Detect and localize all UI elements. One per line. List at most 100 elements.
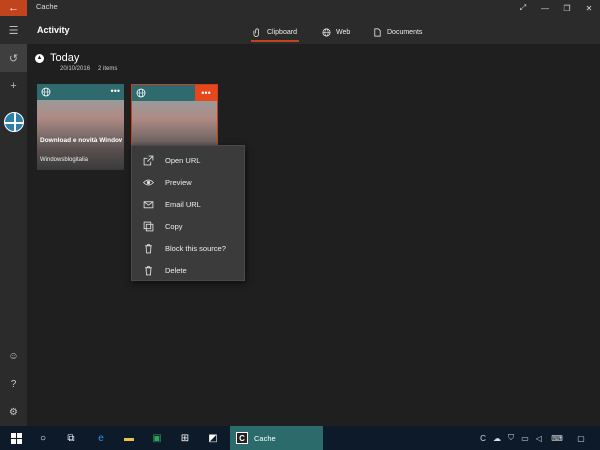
feedback-button[interactable]: ☺ xyxy=(0,344,27,368)
close-button[interactable]: ✕ xyxy=(578,0,600,16)
menu-item-open-url[interactable]: Open URL xyxy=(132,150,244,170)
chevron-up-icon: ▲ xyxy=(36,55,43,61)
app-header: Activity Clipboard Web Documents xyxy=(27,16,600,44)
history-icon: ↺ xyxy=(8,52,19,65)
cache-tray-icon: C xyxy=(480,433,486,443)
page-title: Activity xyxy=(37,25,70,35)
tray-cache-icon[interactable]: C xyxy=(476,426,490,450)
help-icon: ? xyxy=(10,378,17,390)
menu-item-delete[interactable]: Delete xyxy=(132,260,244,280)
cache-taskbar-button[interactable]: C Cache xyxy=(230,426,323,450)
edge-icon: e xyxy=(98,432,104,444)
card-toolbar: ••• xyxy=(37,84,124,100)
close-icon: ✕ xyxy=(585,3,593,13)
task-view-icon: ⧉ xyxy=(67,432,75,444)
hamburger-icon: ☰ xyxy=(8,24,19,37)
file-explorer-taskbar-button[interactable]: ▬ xyxy=(118,426,140,450)
taskbar-app-label: Cache xyxy=(254,433,276,443)
gear-icon: ⚙ xyxy=(9,406,18,418)
menu-item-copy[interactable]: Copy xyxy=(132,216,244,236)
cache-app-icon: C xyxy=(236,432,248,444)
notification-icon: ▢ xyxy=(577,433,585,443)
collapse-group-button[interactable]: ▲ xyxy=(35,53,44,63)
activity-content: ▲ Today 20/10/2016 2 items ••• Download … xyxy=(27,44,600,426)
smiley-icon: ☺ xyxy=(8,350,19,362)
more-options-button[interactable]: ••• xyxy=(111,86,120,96)
restore-icon: ❐ xyxy=(563,3,571,13)
folder-icon: ▬ xyxy=(124,432,134,444)
tab-documents[interactable]: Documents xyxy=(373,22,422,42)
network-icon: ▭ xyxy=(521,433,529,443)
more-options-button[interactable]: ••• xyxy=(195,85,217,101)
start-button[interactable] xyxy=(0,426,32,450)
shield-icon: ⛉ xyxy=(508,433,514,442)
globe-icon xyxy=(136,88,146,98)
mail-icon xyxy=(143,200,153,208)
back-button[interactable]: ← xyxy=(0,0,27,16)
globe-icon xyxy=(41,87,51,97)
minimize-button[interactable]: — xyxy=(534,0,556,16)
ellipsis-icon: ••• xyxy=(201,88,211,98)
tray-defender-icon[interactable]: ⛉ xyxy=(504,426,518,450)
group-title: Today xyxy=(50,52,80,64)
trash-icon xyxy=(144,265,152,275)
globe-icon xyxy=(322,28,331,36)
restore-button[interactable]: ❐ xyxy=(556,0,578,16)
hamburger-menu-button[interactable]: ☰ xyxy=(0,16,27,44)
menu-item-email-url[interactable]: Email URL xyxy=(132,194,244,214)
app-tile-icon: ▣ xyxy=(152,432,162,444)
plus-icon: + xyxy=(10,80,17,92)
menu-item-block-source[interactable]: Block this source? xyxy=(132,238,244,258)
tab-label: Web xyxy=(336,28,351,36)
app-icon: ◩ xyxy=(208,432,218,444)
cloud-icon: ☁ xyxy=(493,433,501,443)
card-toolbar: ••• xyxy=(132,85,217,101)
tray-volume-icon[interactable]: ◁ xyxy=(532,426,546,450)
cortana-button[interactable]: ○ xyxy=(32,426,54,450)
tab-clipboard[interactable]: Clipboard xyxy=(251,22,299,42)
account-button[interactable] xyxy=(0,108,27,136)
copy-icon xyxy=(143,221,153,231)
document-icon xyxy=(374,28,381,36)
trash-icon xyxy=(144,243,152,253)
tray-network-icon[interactable]: ▭ xyxy=(518,426,532,450)
history-button[interactable]: ↺ xyxy=(0,44,27,72)
open-external-icon xyxy=(143,155,153,165)
tab-web[interactable]: Web xyxy=(322,22,350,42)
group-count: 2 items xyxy=(98,66,118,72)
action-center-button[interactable]: ▢ xyxy=(572,426,590,450)
left-rail: ☰ ↺ + ☺ ? ⚙ xyxy=(0,16,27,426)
app-taskbar-button[interactable]: ▣ xyxy=(146,426,168,450)
taskbar: ○ ⧉ e ▬ ▣ ⊞ ◩ C Cache C ☁ ⛉ ▭ ◁ ⌨ ▢ xyxy=(0,426,600,450)
store-icon: ⊞ xyxy=(180,432,190,444)
title-bar: ← Cache ⤢ — ❐ ✕ xyxy=(0,0,600,16)
group-header: ▲ Today xyxy=(35,52,79,64)
window-title: Cache xyxy=(36,2,58,11)
tray-keyboard-icon[interactable]: ⌨ xyxy=(548,426,566,450)
eye-icon xyxy=(142,179,154,185)
fullscreen-icon: ⤢ xyxy=(519,3,527,12)
taskbar-app-button[interactable]: ◩ xyxy=(202,426,224,450)
settings-button[interactable]: ⚙ xyxy=(0,400,27,424)
store-taskbar-button[interactable]: ⊞ xyxy=(174,426,196,450)
help-button[interactable]: ? xyxy=(0,372,27,396)
minimize-icon: — xyxy=(541,3,549,13)
avatar xyxy=(3,112,24,132)
card-source: Windowsblogitalia xyxy=(40,157,89,163)
group-meta: 20/10/2016 2 items xyxy=(60,66,117,72)
paperclip-icon xyxy=(253,28,259,37)
fullscreen-button[interactable]: ⤢ xyxy=(512,0,534,16)
task-view-button[interactable]: ⧉ xyxy=(60,426,82,450)
add-button[interactable]: + xyxy=(0,72,27,100)
edge-taskbar-button[interactable]: e xyxy=(90,426,112,450)
keyboard-icon: ⌨ xyxy=(551,433,563,443)
card-headline: Download e novità Windows 10 Insider xyxy=(40,137,122,144)
tray-onedrive-icon[interactable]: ☁ xyxy=(490,426,504,450)
menu-item-preview[interactable]: Preview xyxy=(132,172,244,192)
volume-icon: ◁ xyxy=(535,433,543,443)
back-arrow-icon: ← xyxy=(8,2,19,14)
clip-card[interactable]: ••• Download e novità Windows 10 Insider… xyxy=(37,84,124,170)
windows-logo-icon xyxy=(10,432,22,444)
circle-icon: ○ xyxy=(39,432,47,444)
tab-label: Documents xyxy=(387,28,423,36)
